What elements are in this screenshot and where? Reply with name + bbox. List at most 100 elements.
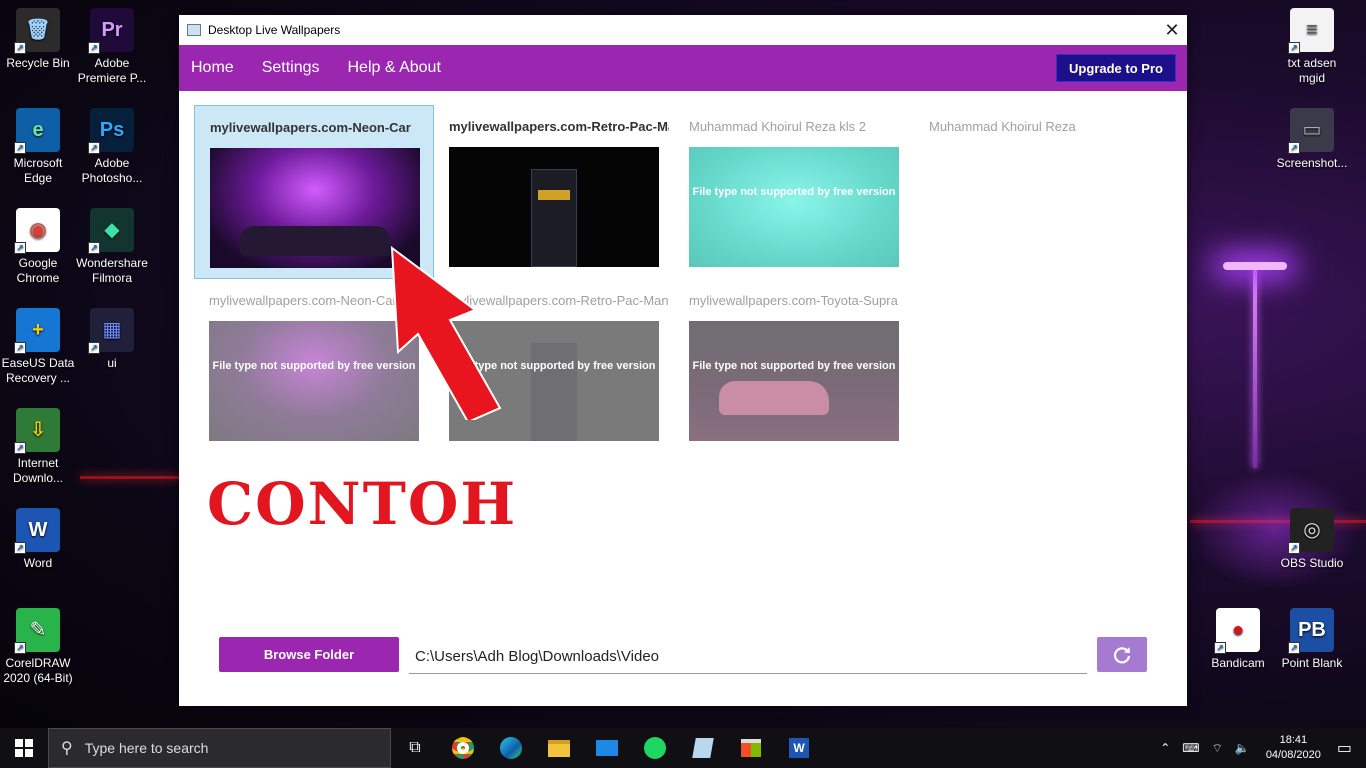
edge-taskbar-icon[interactable] (487, 728, 535, 768)
shortcut-arrow-icon: ↗ (14, 442, 26, 454)
premiere-icon: Pr ↗ (88, 8, 134, 54)
app-icon (187, 24, 201, 36)
thumbnail-unsupported: File type not supported by free version (689, 321, 899, 441)
desktop-shortcut-folder-ui[interactable]: ▦ ↗ ui (74, 308, 150, 371)
wifi-icon[interactable]: ⌔ (1212, 741, 1223, 756)
contoh-annotation-text: CONTOH (207, 470, 518, 538)
desktop-shortcut-label: Microsoft Edge (13, 156, 63, 185)
desktop-shortcut-point-blank[interactable]: PB ↗ Point Blank (1274, 608, 1350, 671)
desktop-shortcut-idm[interactable]: ⇩ ↗ Internet Downlo... (0, 408, 76, 486)
system-tray: ⌃ ⌨ ⌔ 🔈 18:41 04/08/2020 ▭ (1154, 728, 1366, 768)
shortcut-arrow-icon: ↗ (14, 542, 26, 554)
thumbnail-unsupported: File type not supported by free version (689, 147, 899, 267)
desktop-shortcut-photoshop[interactable]: Ps ↗ Adobe Photosho... (74, 108, 150, 186)
idm-icon: ⇩ ↗ (14, 408, 60, 454)
chevron-up-icon[interactable]: ⌃ (1160, 741, 1170, 755)
desktop-shortcut-label: Recycle Bin (6, 56, 70, 70)
windows-logo-icon (15, 739, 33, 757)
spotify-icon[interactable] (631, 728, 679, 768)
desktop-shortcut-premiere[interactable]: Pr ↗ Adobe Premiere P... (74, 8, 150, 86)
wallpaper-tile-khoirul-reza-kls2[interactable]: Muhammad Khoirul Reza kls 2 File type no… (674, 105, 914, 279)
menu-help-about[interactable]: Help & About (348, 59, 441, 77)
desktop-shortcut-edge[interactable]: e ↗ Microsoft Edge (0, 108, 76, 186)
desktop-shortcut-label: Google Chrome (16, 256, 60, 285)
notes-app-icon[interactable] (679, 728, 727, 768)
file-explorer-icon[interactable] (535, 728, 583, 768)
shortcut-arrow-icon: ↗ (1288, 542, 1300, 554)
wallpaper-tile-khoirul-reza[interactable]: Muhammad Khoirul Reza (914, 105, 1154, 279)
upgrade-to-pro-button[interactable]: Upgrade to Pro (1056, 54, 1176, 82)
volume-icon[interactable]: 🔈 (1235, 741, 1250, 755)
photoshop-icon: Ps ↗ (88, 108, 134, 154)
menu-bar: Home Settings Help & About Upgrade to Pr… (179, 45, 1187, 91)
desktop-shortcut-filmora[interactable]: ◆ ↗ Wondershare Filmora (74, 208, 150, 286)
window-title: Desktop Live Wallpapers (208, 23, 341, 37)
clock[interactable]: 18:41 04/08/2020 (1266, 733, 1321, 763)
shortcut-arrow-icon: ↗ (14, 642, 26, 654)
word-taskbar-icon[interactable]: W (775, 728, 823, 768)
text-file-icon: ≡ ↗ (1288, 8, 1334, 54)
refresh-button[interactable] (1097, 637, 1147, 672)
start-button[interactable] (0, 728, 48, 768)
desktop-shortcut-label: EaseUS Data Recovery ... (1, 356, 75, 385)
shortcut-arrow-icon: ↗ (88, 142, 100, 154)
folder-path-field[interactable]: C:\Users\Adh Blog\Downloads\Video (409, 640, 1087, 674)
unsupported-message: File type not supported by free version (692, 186, 896, 198)
desktop-shortcut-text-file[interactable]: ≡ ↗ txt adsen mgid (1274, 8, 1350, 86)
desktop-shortcut-chrome[interactable]: ◉ ↗ Google Chrome (0, 208, 76, 286)
desktop-shortcut-word[interactable]: W ↗ Word (0, 508, 76, 571)
task-view-icon[interactable]: ⧉ (391, 728, 439, 768)
mail-icon[interactable] (583, 728, 631, 768)
clock-date: 04/08/2020 (1265, 749, 1321, 761)
chrome-taskbar-icon[interactable] (439, 728, 487, 768)
shortcut-arrow-icon: ↗ (1288, 642, 1300, 654)
desktop-shortcut-label: Bandicam (1211, 656, 1265, 670)
shortcut-arrow-icon: ↗ (14, 342, 26, 354)
desktop-shortcut-label: ui (107, 356, 117, 370)
menu-settings[interactable]: Settings (262, 59, 320, 77)
shortcut-arrow-icon: ↗ (1288, 42, 1300, 54)
shortcut-arrow-icon: ↗ (88, 342, 100, 354)
desktop-shortcut-label: Internet Downlo... (12, 456, 64, 485)
red-arrow-annotation (390, 245, 502, 420)
chrome-icon: ◉ ↗ (14, 208, 60, 254)
desktop-shortcut-label: OBS Studio (1280, 556, 1344, 570)
obs-icon: ◎ ↗ (1288, 508, 1334, 554)
taskbar-search-box[interactable]: ⚲ Type here to search (48, 728, 391, 768)
screenshot-icon: ▭ ↗ (1288, 108, 1334, 154)
close-icon[interactable]: ✕ (1157, 20, 1187, 41)
shortcut-arrow-icon: ↗ (88, 42, 100, 54)
tile-title: Muhammad Khoirul Reza kls 2 (689, 119, 867, 134)
point-blank-icon: PB ↗ (1288, 608, 1334, 654)
unsupported-message: File type not supported by free version (692, 360, 896, 372)
desktop-lamp-head (1223, 262, 1287, 270)
shortcut-arrow-icon: ↗ (88, 242, 100, 254)
notification-icon[interactable]: ▭ (1337, 738, 1352, 758)
tile-title: Muhammad Khoirul Reza (929, 119, 1076, 134)
coreldraw-icon: ✎ ↗ (14, 608, 60, 654)
window-titlebar[interactable]: Desktop Live Wallpapers ✕ (179, 15, 1187, 45)
refresh-icon (1113, 646, 1131, 663)
desktop-shortcut-label: CorelDRAW 2020 (64-Bit) (3, 656, 73, 685)
menu-home[interactable]: Home (191, 59, 234, 77)
shortcut-arrow-icon: ↗ (14, 142, 26, 154)
browse-folder-button[interactable]: Browse Folder (219, 637, 399, 672)
desktop-shortcut-obs[interactable]: ◎ ↗ OBS Studio (1274, 508, 1350, 571)
easeus-icon: + ↗ (14, 308, 60, 354)
desktop-shortcut-recycle-bin[interactable]: 🗑 ↗ Recycle Bin (0, 8, 76, 71)
search-placeholder: Type here to search (84, 740, 209, 756)
ime-icon[interactable]: ⌨ (1182, 741, 1199, 755)
recycle-bin-icon: 🗑 ↗ (14, 8, 60, 54)
wallpaper-tile-toyota-supra[interactable]: mylivewallpapers.com-Toyota-Supra File t… (674, 279, 914, 453)
desktop-shortcut-bandicam[interactable]: ● ↗ Bandicam (1200, 608, 1276, 671)
clock-time: 18:41 (1279, 734, 1308, 746)
taskbar: ⚲ Type here to search ⧉ W ⌃ ⌨ ⌔ 🔈 18:41 … (0, 728, 1366, 768)
store-icon[interactable] (727, 728, 775, 768)
desktop-shortcut-screenshot[interactable]: ▭ ↗ Screenshot... (1274, 108, 1350, 171)
search-icon: ⚲ (61, 740, 73, 757)
desktop-shortcut-easeus[interactable]: + ↗ EaseUS Data Recovery ... (0, 308, 76, 386)
tile-title: mylivewallpapers.com-Toyota-Supra (689, 293, 898, 308)
desktop-shortcut-coreldraw[interactable]: ✎ ↗ CorelDRAW 2020 (64-Bit) (0, 608, 76, 686)
desktop-glow-line (80, 476, 180, 479)
shortcut-arrow-icon: ↗ (14, 242, 26, 254)
